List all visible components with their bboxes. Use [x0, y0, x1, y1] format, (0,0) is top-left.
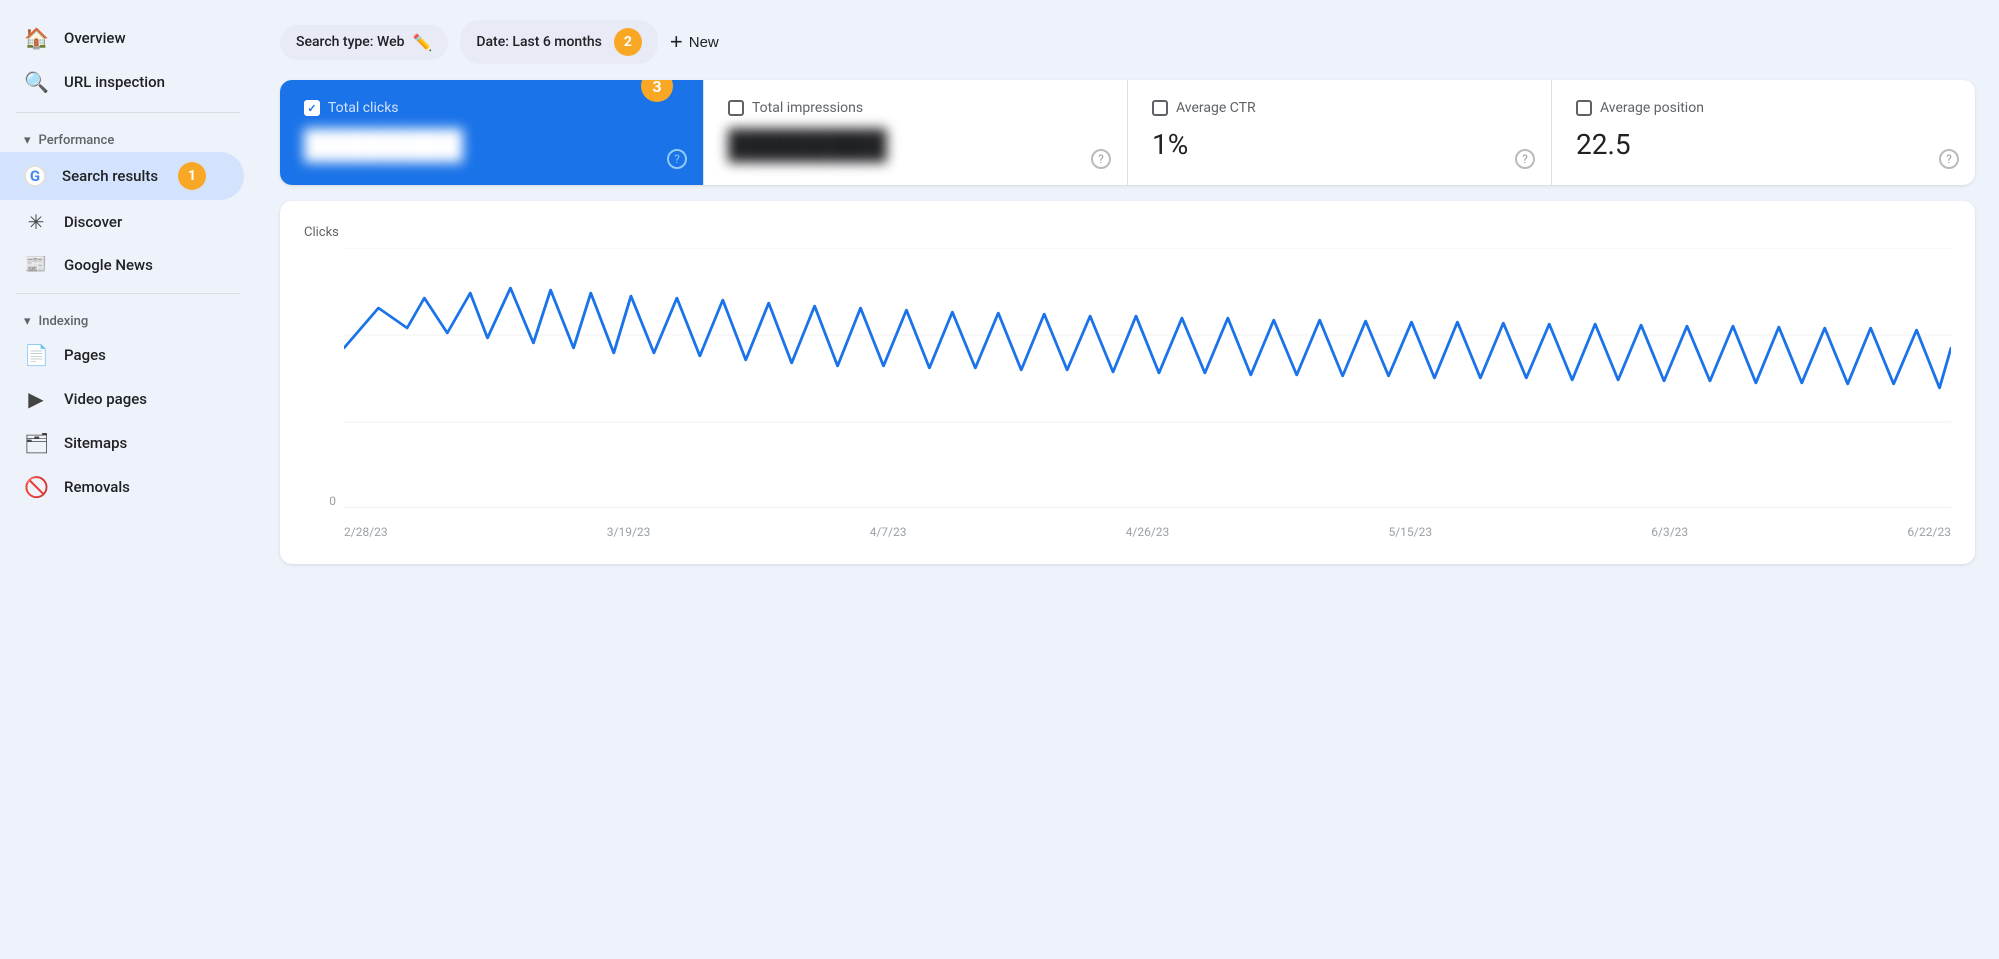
- toolbar: Search type: Web ✏️ Date: Last 6 months …: [280, 20, 1975, 64]
- chart-svg-wrapper: [344, 248, 1951, 508]
- chart-container: Clicks 0: [280, 201, 1975, 564]
- divider-1: [16, 112, 240, 113]
- sidebar-item-discover[interactable]: ✳ Discover: [0, 200, 244, 244]
- total-impressions-header: Total impressions: [728, 100, 1103, 116]
- sidebar-sitemaps-label: Sitemaps: [64, 434, 127, 452]
- total-clicks-header: Total clicks: [304, 100, 679, 116]
- chevron-down-icon: ▾: [24, 133, 31, 148]
- average-ctr-label: Average CTR: [1176, 100, 1256, 116]
- sidebar-item-sitemaps[interactable]: 🗂 Sitemaps: [0, 421, 244, 465]
- total-clicks-card[interactable]: 3 Total clicks ████████ ?: [280, 80, 704, 185]
- indexing-label: Indexing: [39, 314, 89, 329]
- sitemaps-icon: 🗂: [24, 431, 48, 455]
- sidebar-item-search-results[interactable]: G Search results 1: [0, 152, 244, 200]
- total-clicks-help[interactable]: ?: [667, 149, 687, 169]
- x-label-1: 3/19/23: [607, 525, 651, 539]
- x-label-4: 5/15/23: [1388, 525, 1432, 539]
- total-impressions-checkbox[interactable]: [728, 100, 744, 116]
- y-label-bottom: 0: [329, 494, 336, 508]
- average-ctr-card[interactable]: Average CTR 1% ?: [1128, 80, 1552, 185]
- metrics-row: 3 Total clicks ████████ ? Total impressi…: [280, 80, 1975, 185]
- x-label-3: 4/26/23: [1126, 525, 1170, 539]
- chart-area: 0 2/28/23 3/19/23 4/7/23 4/26/: [304, 248, 1951, 548]
- discover-icon: ✳: [24, 210, 48, 234]
- chevron-down-icon-2: ▾: [24, 314, 31, 329]
- average-ctr-value: 1%: [1152, 128, 1527, 161]
- sidebar-search-results-label: Search results: [62, 167, 158, 185]
- x-label-0: 2/28/23: [344, 525, 388, 539]
- edit-icon: ✏️: [412, 33, 432, 52]
- average-position-help[interactable]: ?: [1939, 149, 1959, 169]
- search-type-label: Search type: Web: [296, 34, 404, 50]
- sidebar-item-removals[interactable]: 🚫 Removals: [0, 465, 244, 509]
- total-clicks-checkbox[interactable]: [304, 100, 320, 116]
- sidebar-item-google-news[interactable]: 📰 Google News: [0, 244, 244, 285]
- sidebar-video-pages-label: Video pages: [64, 390, 147, 408]
- total-impressions-card[interactable]: Total impressions ████████ ?: [704, 80, 1128, 185]
- badge-2: 2: [614, 28, 642, 56]
- sidebar-discover-label: Discover: [64, 213, 122, 231]
- main-content: Search type: Web ✏️ Date: Last 6 months …: [256, 0, 1999, 959]
- badge-1: 1: [178, 162, 206, 190]
- average-position-card[interactable]: Average position 22.5 ?: [1552, 80, 1975, 185]
- average-position-checkbox[interactable]: [1576, 100, 1592, 116]
- x-label-2: 4/7/23: [870, 525, 907, 539]
- chart-y-label: Clicks: [304, 225, 1951, 240]
- google-g-icon: G: [24, 165, 46, 187]
- y-axis: 0: [304, 248, 344, 508]
- search-type-chip[interactable]: Search type: Web ✏️: [280, 25, 448, 60]
- pages-icon: 📄: [24, 343, 48, 367]
- new-button[interactable]: + New: [670, 29, 719, 55]
- performance-section[interactable]: ▾ Performance: [0, 121, 256, 152]
- sidebar-item-pages[interactable]: 📄 Pages: [0, 333, 244, 377]
- sidebar-item-video-pages[interactable]: ▶ Video pages: [0, 377, 244, 421]
- home-icon: 🏠: [24, 26, 48, 50]
- average-position-header: Average position: [1576, 100, 1951, 116]
- x-label-6: 6/22/23: [1907, 525, 1951, 539]
- search-icon: 🔍: [24, 70, 48, 94]
- plus-icon: +: [670, 29, 683, 55]
- total-impressions-help[interactable]: ?: [1091, 149, 1111, 169]
- sidebar-url-label: URL inspection: [64, 73, 165, 91]
- new-label: New: [689, 34, 719, 51]
- divider-2: [16, 293, 240, 294]
- sidebar-google-news-label: Google News: [64, 256, 153, 274]
- google-news-icon: 📰: [24, 254, 48, 275]
- sidebar-overview-label: Overview: [64, 29, 126, 47]
- badge-3: 3: [641, 80, 673, 102]
- average-position-label: Average position: [1600, 100, 1704, 116]
- date-chip[interactable]: Date: Last 6 months 2: [460, 20, 658, 64]
- total-clicks-label: Total clicks: [328, 100, 399, 116]
- average-position-value: 22.5: [1576, 128, 1951, 161]
- indexing-section[interactable]: ▾ Indexing: [0, 302, 256, 333]
- total-clicks-value: ████████: [304, 128, 679, 161]
- x-label-5: 6/3/23: [1651, 525, 1688, 539]
- sidebar-item-overview[interactable]: 🏠 Overview: [0, 16, 244, 60]
- performance-label: Performance: [39, 133, 115, 148]
- x-axis: 2/28/23 3/19/23 4/7/23 4/26/23 5/15/23 6…: [344, 516, 1951, 548]
- total-impressions-value: ████████: [728, 128, 1103, 161]
- average-ctr-checkbox[interactable]: [1152, 100, 1168, 116]
- video-pages-icon: ▶: [24, 387, 48, 411]
- average-ctr-help[interactable]: ?: [1515, 149, 1535, 169]
- sidebar-item-url-inspection[interactable]: 🔍 URL inspection: [0, 60, 244, 104]
- average-ctr-header: Average CTR: [1152, 100, 1527, 116]
- date-label: Date: Last 6 months: [476, 34, 602, 50]
- sidebar-pages-label: Pages: [64, 346, 106, 364]
- chart-svg: [344, 248, 1951, 508]
- sidebar-removals-label: Removals: [64, 478, 130, 496]
- total-impressions-label: Total impressions: [752, 100, 863, 116]
- sidebar: 🏠 Overview 🔍 URL inspection ▾ Performanc…: [0, 0, 256, 959]
- removals-icon: 🚫: [24, 475, 48, 499]
